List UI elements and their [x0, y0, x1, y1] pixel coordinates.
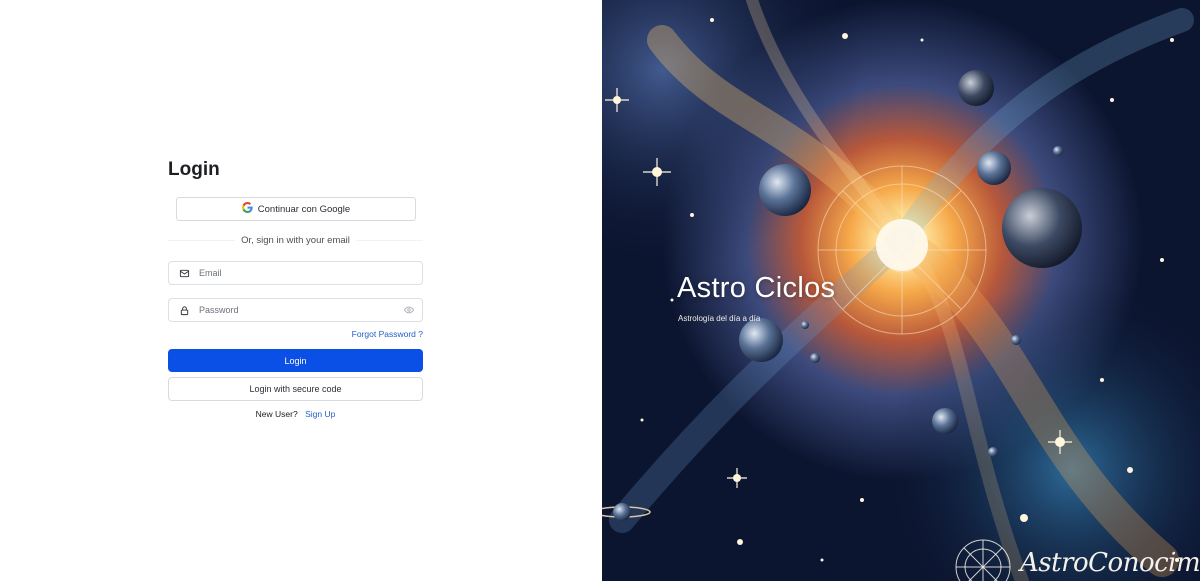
divider-text: Or, sign in with your email [235, 234, 356, 246]
email-input[interactable] [199, 262, 422, 284]
forgot-password-link[interactable]: Forgot Password ? [352, 329, 423, 339]
lock-icon [169, 305, 199, 316]
brand-signature: AstroConocimiento [1020, 548, 1200, 578]
google-icon [241, 202, 253, 216]
google-login-button[interactable]: Continuar con Google [176, 197, 416, 221]
login-button[interactable]: Login [168, 349, 423, 372]
password-field[interactable] [168, 298, 423, 322]
login-page: Login Continuar con Google Or, sign in w… [0, 0, 1200, 581]
mail-icon [169, 268, 199, 279]
password-input[interactable] [199, 299, 396, 321]
email-field[interactable] [168, 261, 423, 285]
new-user-text: New User? [255, 409, 298, 419]
brand-title: Astro Ciclos [677, 272, 836, 304]
eye-icon[interactable] [396, 305, 422, 315]
email-divider: Or, sign in with your email [168, 233, 423, 247]
secure-code-login-button[interactable]: Login with secure code [168, 377, 423, 401]
google-button-label: Continuar con Google [257, 203, 351, 215]
login-title: Login [168, 159, 220, 180]
signup-link[interactable]: Sign Up [305, 409, 335, 419]
hero-panel: Astro Ciclos Astrología del día a día As… [602, 0, 1200, 581]
signup-row: New User? Sign Up [168, 409, 423, 419]
brand-tagline: Astrología del día a día [678, 314, 761, 323]
login-form: Login Continuar con Google Or, sign in w… [168, 158, 423, 419]
login-panel: Login Continuar con Google Or, sign in w… [0, 0, 602, 581]
